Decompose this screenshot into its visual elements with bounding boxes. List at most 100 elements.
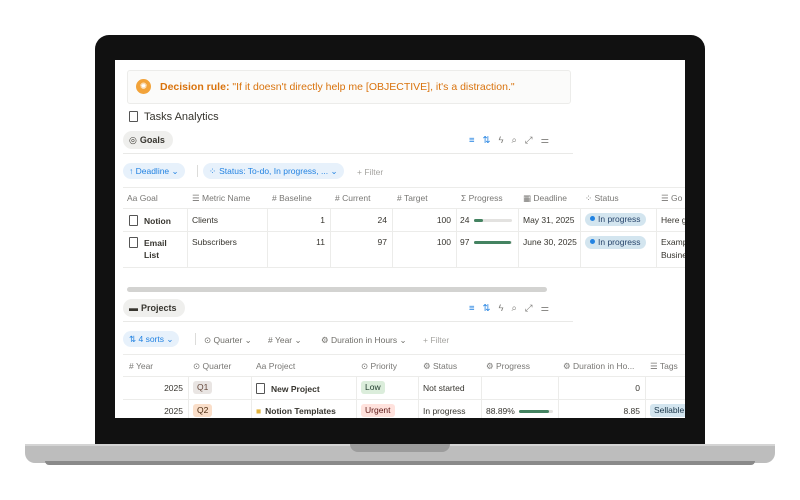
goal-name-notion[interactable]: Notion [129,215,171,226]
goal-name-text: Notion [144,216,171,226]
status-badge[interactable]: In progress [585,236,646,249]
number-prop-icon: # [397,193,402,203]
year-cell[interactable]: 2025 [123,383,183,393]
add-filter-button[interactable]: + Filter [357,167,383,177]
duration-cell[interactable]: 0 [558,383,640,393]
status-dot [590,216,595,221]
progress-bar-fill [519,410,550,413]
automation-icon[interactable]: ϟ [499,135,512,146]
col-status[interactable]: ⁘ Status [585,193,619,204]
goal-name-email-list[interactable]: Email [129,237,167,248]
tab-projects[interactable]: ▬ Projects [123,299,185,317]
current-cell[interactable]: 24 [330,215,387,225]
add-filter-button[interactable]: + Filter [423,335,449,345]
progress-value: 97 [460,237,470,247]
col-divider [656,208,657,268]
metric-cell[interactable]: Subscribers [192,237,237,247]
tag-badge[interactable]: Sellable [650,404,685,417]
col-metric-name[interactable]: ☰ Metric Name [192,193,250,204]
project-name[interactable]: New Project [256,383,320,394]
col-year-label: Year [135,361,154,371]
target-cell[interactable]: 100 [392,237,451,247]
col-progress[interactable]: ⚙ Progress [486,361,530,372]
priority-tag[interactable]: Low [361,381,385,394]
project-name[interactable]: ■ Notion Templates [256,406,336,416]
search-icon[interactable]: ⌕ [512,303,525,314]
priority-tag[interactable]: Urgent [361,404,395,417]
calendar-icon: ▦ [523,193,532,203]
filter-icon[interactable]: ≡ [469,303,483,314]
col-current-label: Current [342,193,371,203]
col-divider [356,376,357,418]
sorts-chip[interactable]: ⇅ 4 sorts ⌄ [123,331,180,347]
settings-icon[interactable]: ⚌ [540,135,557,146]
automation-icon[interactable]: ϟ [499,303,512,314]
col-priority[interactable]: ⊙ Priority [361,361,397,372]
col-project[interactable]: Aa Project [256,361,295,371]
col-tags[interactable]: ☰ Tags [650,361,678,372]
deadline-sort-chip[interactable]: ↑ Deadline ⌄ [123,163,185,179]
text-prop-icon: ☰ [661,193,669,203]
col-year[interactable]: # Year [129,361,153,371]
duration-cell[interactable]: 8.85 [558,406,640,416]
row-divider [123,399,685,400]
tab-goals[interactable]: ◎ Goals [123,131,173,149]
col-divider [481,376,482,418]
col-progress[interactable]: Σ Progress [461,193,503,203]
duration-filter-text: Duration in Hours ⌄ [331,335,407,345]
horizontal-scrollbar[interactable] [127,287,547,292]
col-current[interactable]: # Current [335,193,370,203]
page-icon [129,215,138,226]
target-cell[interactable]: 100 [392,215,451,225]
col-goal-notes[interactable]: ☰ Go [661,193,682,204]
quarter-tag[interactable]: Q2 [193,404,213,417]
col-divider [456,208,457,268]
col-duration-label: Duration in Ho... [573,361,635,371]
projects-header-bottom-line [123,376,685,377]
metric-cell[interactable]: Clients [192,215,218,225]
col-target[interactable]: # Target [397,193,428,203]
quarter-tag[interactable]: Q1 [193,381,213,394]
projects-header-top-line [123,354,685,355]
expand-icon[interactable]: ⤢ [525,303,541,314]
notes-cell[interactable]: Here g [661,215,685,225]
search-icon[interactable]: ⌕ [512,135,525,146]
formula-prop-icon: Σ [461,193,467,203]
status-cell[interactable]: Not started [423,383,465,393]
year-filter[interactable]: # Year ⌄ [268,335,302,346]
number-prop-icon: # [335,193,340,203]
quarter-filter[interactable]: ⊙ Quarter ⌄ [204,335,252,346]
col-deadline[interactable]: ▦ Deadline [523,193,567,204]
deadline-cell[interactable]: June 30, 2025 [523,237,577,247]
page-title[interactable]: Tasks Analytics [129,111,219,123]
baseline-cell[interactable]: 11 [267,237,325,247]
text-prop-icon: ☰ [192,193,200,203]
page-icon [256,383,265,394]
col-quarter[interactable]: ⊙ Quarter [193,361,231,372]
sort-icon[interactable]: ⇅ [483,303,499,314]
filter-divider [195,333,196,345]
progress-bar [519,410,553,413]
duration-filter[interactable]: ⚙ Duration in Hours ⌄ [321,335,407,346]
status-cell[interactable]: In progress [423,406,466,416]
deadline-cell[interactable]: May 31, 2025 [523,215,575,225]
sort-icon[interactable]: ⇅ [483,135,499,146]
status-filter-chip[interactable]: ⁘ Status: To-do, In progress, ... ⌄ [203,163,344,179]
goal-name-line1: Email [144,238,167,248]
col-status[interactable]: ⚙ Status [423,361,457,372]
notes-cell[interactable]: Examp [661,237,685,247]
year-cell[interactable]: 2025 [123,406,183,416]
baseline-cell[interactable]: 1 [267,215,325,225]
number-prop-icon: # [268,335,273,345]
col-divider [418,376,419,418]
current-cell[interactable]: 97 [330,237,387,247]
col-divider [187,208,188,268]
col-duration[interactable]: ⚙ Duration in Ho... [563,361,634,372]
tab-projects-label: Projects [141,303,177,313]
expand-icon[interactable]: ⤢ [525,135,541,146]
filter-icon[interactable]: ≡ [469,135,483,146]
status-badge[interactable]: In progress [585,213,646,226]
col-baseline[interactable]: # Baseline [272,193,312,203]
settings-icon[interactable]: ⚌ [540,303,557,314]
col-goal[interactable]: Aa Goal [127,193,158,203]
